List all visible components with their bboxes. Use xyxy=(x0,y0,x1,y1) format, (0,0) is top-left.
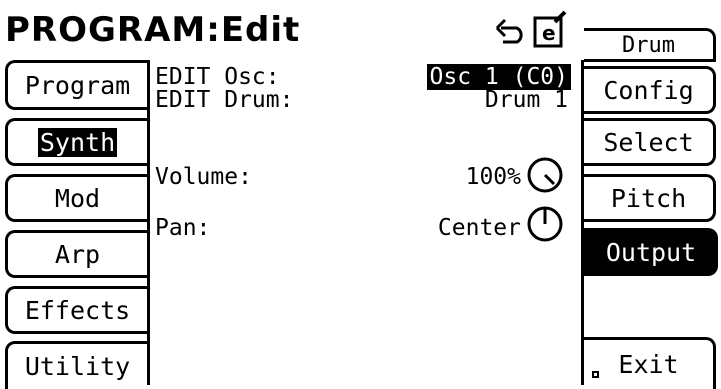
volume-label: Volume: xyxy=(155,164,252,190)
drum-button-label: Drum xyxy=(622,32,675,58)
pitch-button-label: Pitch xyxy=(610,183,687,213)
tab-arp-label: Arp xyxy=(54,239,101,269)
edit-drum-value[interactable]: Drum 1 xyxy=(485,87,568,113)
exit-indicator-icon xyxy=(592,371,599,378)
volume-knob-icon[interactable] xyxy=(525,155,565,195)
output-button[interactable]: Output xyxy=(584,228,718,276)
tab-synth-label: Synth xyxy=(37,127,118,157)
tab-program-label: Program xyxy=(24,70,131,100)
svg-text:e: e xyxy=(542,21,556,45)
tab-utility[interactable]: Utility xyxy=(5,341,147,389)
tab-utility-label: Utility xyxy=(24,352,131,381)
tab-effects[interactable]: Effects xyxy=(5,286,147,334)
drum-button[interactable]: Drum xyxy=(584,28,716,62)
pan-value[interactable]: Center xyxy=(438,215,521,241)
select-button[interactable]: Select xyxy=(584,118,716,166)
tab-program[interactable]: Program xyxy=(5,60,147,110)
exit-button-label: Exit xyxy=(618,350,679,379)
select-button-label: Select xyxy=(603,127,694,157)
edit-document-icon[interactable]: e xyxy=(533,10,569,48)
page-title: PROGRAM:Edit xyxy=(5,10,301,50)
volume-value[interactable]: 100% xyxy=(466,164,521,190)
tab-mod-label: Mod xyxy=(54,183,101,213)
tab-arp[interactable]: Arp xyxy=(5,230,147,278)
edit-drum-label: EDIT Drum: xyxy=(155,87,294,113)
pan-label: Pan: xyxy=(155,215,211,241)
pitch-button[interactable]: Pitch xyxy=(584,174,716,222)
tab-effects-label: Effects xyxy=(24,295,131,325)
undo-icon[interactable] xyxy=(495,14,529,46)
exit-button[interactable]: Exit xyxy=(584,337,716,389)
config-button[interactable]: Config xyxy=(584,66,716,114)
config-button-label: Config xyxy=(603,75,694,105)
tab-synth[interactable]: Synth xyxy=(5,118,147,166)
tab-mod[interactable]: Mod xyxy=(5,174,147,222)
output-button-label: Output xyxy=(605,237,697,267)
pan-knob-icon[interactable] xyxy=(525,204,565,244)
